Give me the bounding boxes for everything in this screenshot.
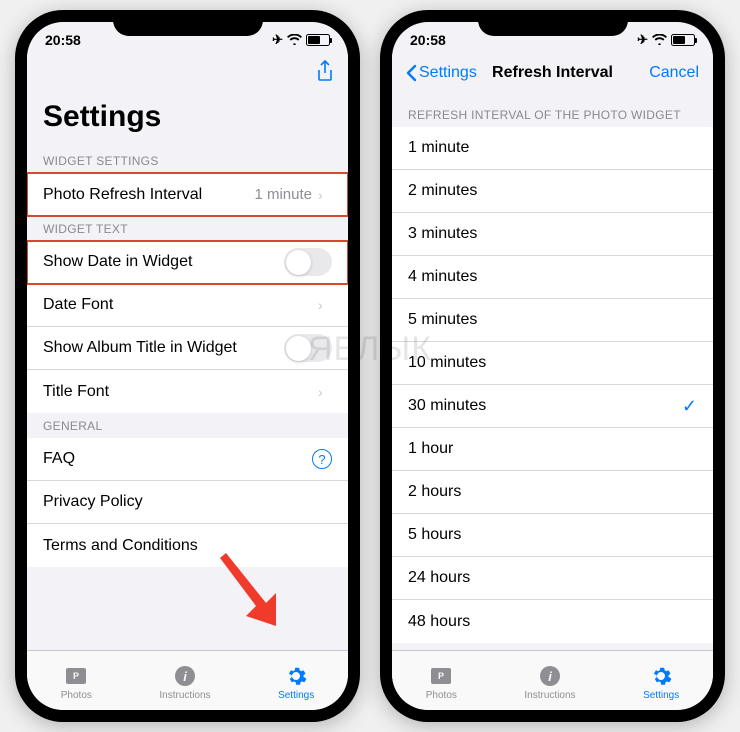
help-icon: ? bbox=[312, 449, 332, 469]
back-button[interactable]: Settings bbox=[406, 64, 477, 82]
row-label: Show Album Title in Widget bbox=[43, 339, 237, 357]
tab-label: Settings bbox=[278, 690, 314, 701]
option-label: 24 hours bbox=[408, 569, 470, 587]
row-label: Terms and Conditions bbox=[43, 537, 198, 555]
row-label: Date Font bbox=[43, 296, 113, 314]
option-label: 10 minutes bbox=[408, 354, 486, 372]
option-row[interactable]: 5 hours bbox=[392, 514, 713, 557]
switch-show-date[interactable] bbox=[284, 248, 332, 276]
option-label: 2 minutes bbox=[408, 182, 477, 200]
row-faq[interactable]: FAQ ? bbox=[27, 438, 348, 481]
option-label: 1 minute bbox=[408, 139, 469, 157]
row-show-album[interactable]: Show Album Title in Widget bbox=[27, 327, 348, 370]
tab-label: Instructions bbox=[524, 690, 575, 701]
phone-left: 20:58 ✈︎ Settings WIDGET SETTINGS Photo … bbox=[15, 10, 360, 722]
row-label: FAQ bbox=[43, 450, 75, 468]
gear-icon bbox=[284, 664, 308, 688]
gear-icon bbox=[649, 664, 673, 688]
row-detail: 1 minute bbox=[254, 186, 312, 203]
battery-icon bbox=[671, 34, 695, 46]
row-title-font[interactable]: Title Font › bbox=[27, 370, 348, 413]
chevron-right-icon: › bbox=[318, 297, 332, 313]
battery-icon bbox=[306, 34, 330, 46]
chevron-right-icon: › bbox=[318, 187, 332, 203]
tab-label: Instructions bbox=[159, 690, 210, 701]
option-row[interactable]: 10 minutes bbox=[392, 342, 713, 385]
options-list: 1 minute 2 minutes 3 minutes 4 minutes 5 min… bbox=[392, 127, 713, 643]
back-label: Settings bbox=[419, 64, 477, 82]
option-row[interactable]: 4 minutes bbox=[392, 256, 713, 299]
tab-photos[interactable]: P Photos bbox=[61, 664, 92, 701]
tab-settings[interactable]: Settings bbox=[278, 664, 314, 701]
option-label: 5 hours bbox=[408, 526, 461, 544]
tab-instructions[interactable]: i Instructions bbox=[159, 664, 210, 701]
svg-text:i: i bbox=[548, 669, 552, 684]
switch-show-album[interactable] bbox=[284, 334, 332, 362]
info-icon: i bbox=[173, 664, 197, 688]
status-time: 20:58 bbox=[45, 32, 81, 48]
row-show-date[interactable]: Show Date in Widget bbox=[27, 241, 348, 284]
tab-instructions[interactable]: i Instructions bbox=[524, 664, 575, 701]
navbar bbox=[27, 54, 348, 92]
option-row[interactable]: 1 hour bbox=[392, 428, 713, 471]
option-row[interactable]: 24 hours bbox=[392, 557, 713, 600]
option-label: 48 hours bbox=[408, 613, 470, 631]
row-label: Photo Refresh Interval bbox=[43, 186, 202, 204]
option-label: 5 minutes bbox=[408, 311, 477, 329]
tab-label: Photos bbox=[61, 690, 92, 701]
tab-label: Settings bbox=[643, 690, 679, 701]
row-terms[interactable]: Terms and Conditions bbox=[27, 524, 348, 567]
svg-text:i: i bbox=[183, 669, 187, 684]
option-label: 1 hour bbox=[408, 440, 453, 458]
row-privacy[interactable]: Privacy Policy bbox=[27, 481, 348, 524]
row-date-font[interactable]: Date Font › bbox=[27, 284, 348, 327]
airplane-icon: ✈︎ bbox=[637, 32, 648, 48]
svg-text:P: P bbox=[73, 671, 79, 681]
tab-label: Photos bbox=[426, 690, 457, 701]
svg-text:P: P bbox=[438, 671, 444, 681]
tab-settings[interactable]: Settings bbox=[643, 664, 679, 701]
nav-title: Refresh Interval bbox=[492, 64, 613, 82]
notch bbox=[478, 10, 628, 36]
share-icon[interactable] bbox=[316, 60, 334, 87]
tab-photos[interactable]: P Photos bbox=[426, 664, 457, 701]
row-label: Show Date in Widget bbox=[43, 253, 192, 271]
option-row[interactable]: 30 minutes ✓ bbox=[392, 385, 713, 428]
row-photo-refresh-interval[interactable]: Photo Refresh Interval 1 minute › bbox=[27, 173, 348, 216]
wifi-icon bbox=[287, 32, 302, 48]
option-row[interactable]: 2 minutes bbox=[392, 170, 713, 213]
cancel-button[interactable]: Cancel bbox=[649, 64, 699, 82]
section-header-refresh: REFRESH INTERVAL OF THE PHOTO WIDGET bbox=[392, 92, 713, 127]
option-label: 30 minutes bbox=[408, 397, 486, 415]
notch bbox=[113, 10, 263, 36]
tab-bar: P Photos i Instructions Settings bbox=[27, 650, 348, 710]
airplane-icon: ✈︎ bbox=[272, 32, 283, 48]
info-icon: i bbox=[538, 664, 562, 688]
option-label: 3 minutes bbox=[408, 225, 477, 243]
row-label: Title Font bbox=[43, 383, 109, 401]
photos-icon: P bbox=[429, 664, 453, 688]
chevron-right-icon: › bbox=[318, 384, 332, 400]
checkmark-icon: ✓ bbox=[682, 396, 697, 417]
option-row[interactable]: 1 minute bbox=[392, 127, 713, 170]
option-row[interactable]: 2 hours bbox=[392, 471, 713, 514]
wifi-icon bbox=[652, 32, 667, 48]
section-header-widget-settings: WIDGET SETTINGS bbox=[27, 148, 348, 173]
section-header-widget-text: WIDGET TEXT bbox=[27, 216, 348, 241]
row-label: Privacy Policy bbox=[43, 493, 143, 511]
photos-icon: P bbox=[64, 664, 88, 688]
navbar: Settings Refresh Interval Cancel bbox=[392, 54, 713, 92]
phone-right: 20:58 ✈︎ Settings Refresh Interval Cance… bbox=[380, 10, 725, 722]
status-time: 20:58 bbox=[410, 32, 446, 48]
option-label: 2 hours bbox=[408, 483, 461, 501]
tab-bar: P Photos i Instructions Settings bbox=[392, 650, 713, 710]
option-row[interactable]: 48 hours bbox=[392, 600, 713, 643]
option-row[interactable]: 5 minutes bbox=[392, 299, 713, 342]
option-row[interactable]: 3 minutes bbox=[392, 213, 713, 256]
option-label: 4 minutes bbox=[408, 268, 477, 286]
page-title: Settings bbox=[27, 92, 348, 148]
section-header-general: GENERAL bbox=[27, 413, 348, 438]
